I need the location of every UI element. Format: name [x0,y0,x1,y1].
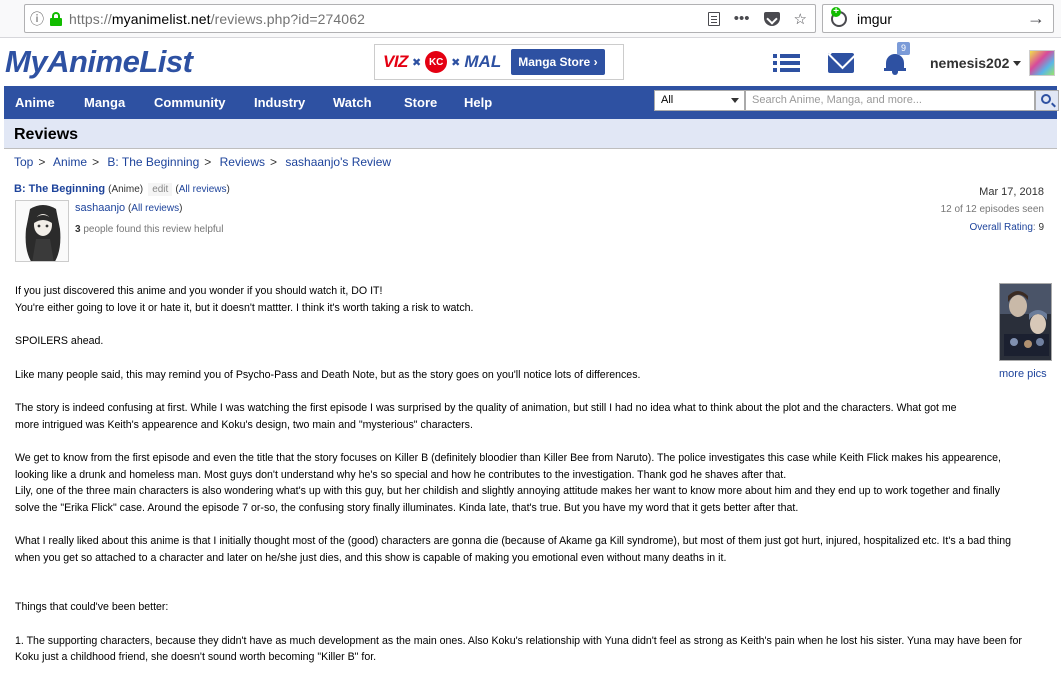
review-paragraph: SPOILERS ahead. [15,335,104,347]
chevron-down-icon[interactable] [1013,60,1022,66]
review-paragraph: Like many people said, this may remind y… [15,368,641,381]
manga-store-button[interactable]: Manga Store › [511,49,605,75]
nav-item-anime[interactable]: Anime [15,95,55,110]
site-search: All Search Anime, Manga, and more... [654,90,1059,111]
bookmark-star-icon[interactable]: ☆ [794,10,807,28]
page-actions-icon[interactable]: ••• [734,10,750,27]
nav-item-help[interactable]: Help [464,95,492,110]
review-paragraph: 1. The supporting characters, because th… [15,634,1022,664]
breadcrumb-title[interactable]: B: The Beginning [107,155,199,169]
lock-icon[interactable] [49,11,63,26]
review-paragraph: If you just discovered this anime and yo… [15,285,474,314]
nav-item-watch[interactable]: Watch [333,95,372,110]
url-text[interactable]: https://myanimelist.net/reviews.php?id=2… [69,11,365,27]
manga-store-banner[interactable]: VIZ ✖ KC ✖ MAL Manga Store › [374,44,624,80]
cross-icon: ✖ [451,56,461,69]
chevron-down-icon [731,98,739,103]
browser-toolbar: ⓘ https://myanimelist.net/reviews.php?id… [0,0,1061,38]
notification-count-badge: 9 [897,42,910,55]
anime-type: (Anime) [108,184,144,195]
nav-item-industry[interactable]: Industry [254,95,305,110]
episodes-seen: 12 of 12 episodes seen [940,204,1044,215]
viz-logo: VIZ [383,52,408,71]
review-paragraph: What I really liked about this anime is … [15,535,1012,564]
breadcrumb-review[interactable]: sashaanjo's Review [285,155,391,169]
breadcrumb: Top > Anime > B: The Beginning > Reviews > s… [14,155,392,169]
notification-bell-icon[interactable]: 9 [884,42,910,75]
main-nav: Anime Manga Community Industry Watch Sto… [4,86,1059,119]
search-go-arrow-icon[interactable]: → [1027,8,1045,29]
edit-link[interactable]: edit [148,183,173,196]
reviewer-avatar-image [16,201,68,261]
overall-rating-link[interactable]: Overall Rating [970,222,1033,233]
mail-icon[interactable] [828,53,854,73]
review-paragraph: The story is indeed confusing at first. … [15,402,957,431]
anime-title-link[interactable]: B: The Beginning [14,183,105,195]
avatar[interactable] [1029,50,1056,76]
breadcrumb-anime[interactable]: Anime [53,155,87,169]
list-icon[interactable] [773,52,800,74]
site-logo[interactable]: MyAnimeList [5,44,193,80]
cross-icon: ✖ [411,56,422,69]
search-icon [1041,94,1051,104]
overall-rating: Overall Rating: 9 [969,222,1044,233]
page-title: Reviews [4,119,1057,149]
review-date: Mar 17, 2018 [979,186,1044,198]
site-search-input[interactable]: Search Anime, Manga, and more... [745,90,1035,111]
nav-item-manga[interactable]: Manga [84,95,125,110]
helpful-count: 3 people found this review helpful [75,224,224,235]
reviewer-name-link[interactable]: sashaanjo [75,202,125,214]
breadcrumb-top[interactable]: Top [14,155,33,169]
review-header: B: The Beginning (Anime) edit (All revie… [14,183,1047,269]
review-body: If you just discovered this anime and yo… [15,283,1045,683]
search-scope-select[interactable]: All [654,90,745,111]
search-engine-icon[interactable] [831,6,847,27]
kodansha-logo: KC [425,51,448,73]
nav-item-community[interactable]: Community [154,95,226,110]
search-button[interactable] [1035,90,1059,111]
nav-item-store[interactable]: Store [404,95,437,110]
site-header: MyAnimeList VIZ ✖ KC ✖ MAL Manga Store ›… [0,38,1061,86]
breadcrumb-reviews[interactable]: Reviews [220,155,265,169]
browser-search-input[interactable]: imgur [857,11,892,27]
browser-search-bar[interactable]: imgur → [822,4,1054,33]
reader-view-icon[interactable] [707,11,720,26]
address-bar[interactable]: ⓘ https://myanimelist.net/reviews.php?id… [24,4,816,33]
pocket-icon[interactable] [763,11,780,26]
reviewer-all-reviews-link[interactable]: All reviews [131,203,179,214]
mal-logo: MAL [464,52,502,71]
reviewer-avatar[interactable] [15,200,69,262]
review-paragraph: Things that could've been better: [15,601,169,613]
review-paragraph: We get to know from the first episode an… [15,452,1001,514]
info-icon[interactable]: ⓘ [25,9,49,29]
username[interactable]: nemesis202 [930,55,1009,71]
all-reviews-link[interactable]: All reviews [179,184,227,195]
